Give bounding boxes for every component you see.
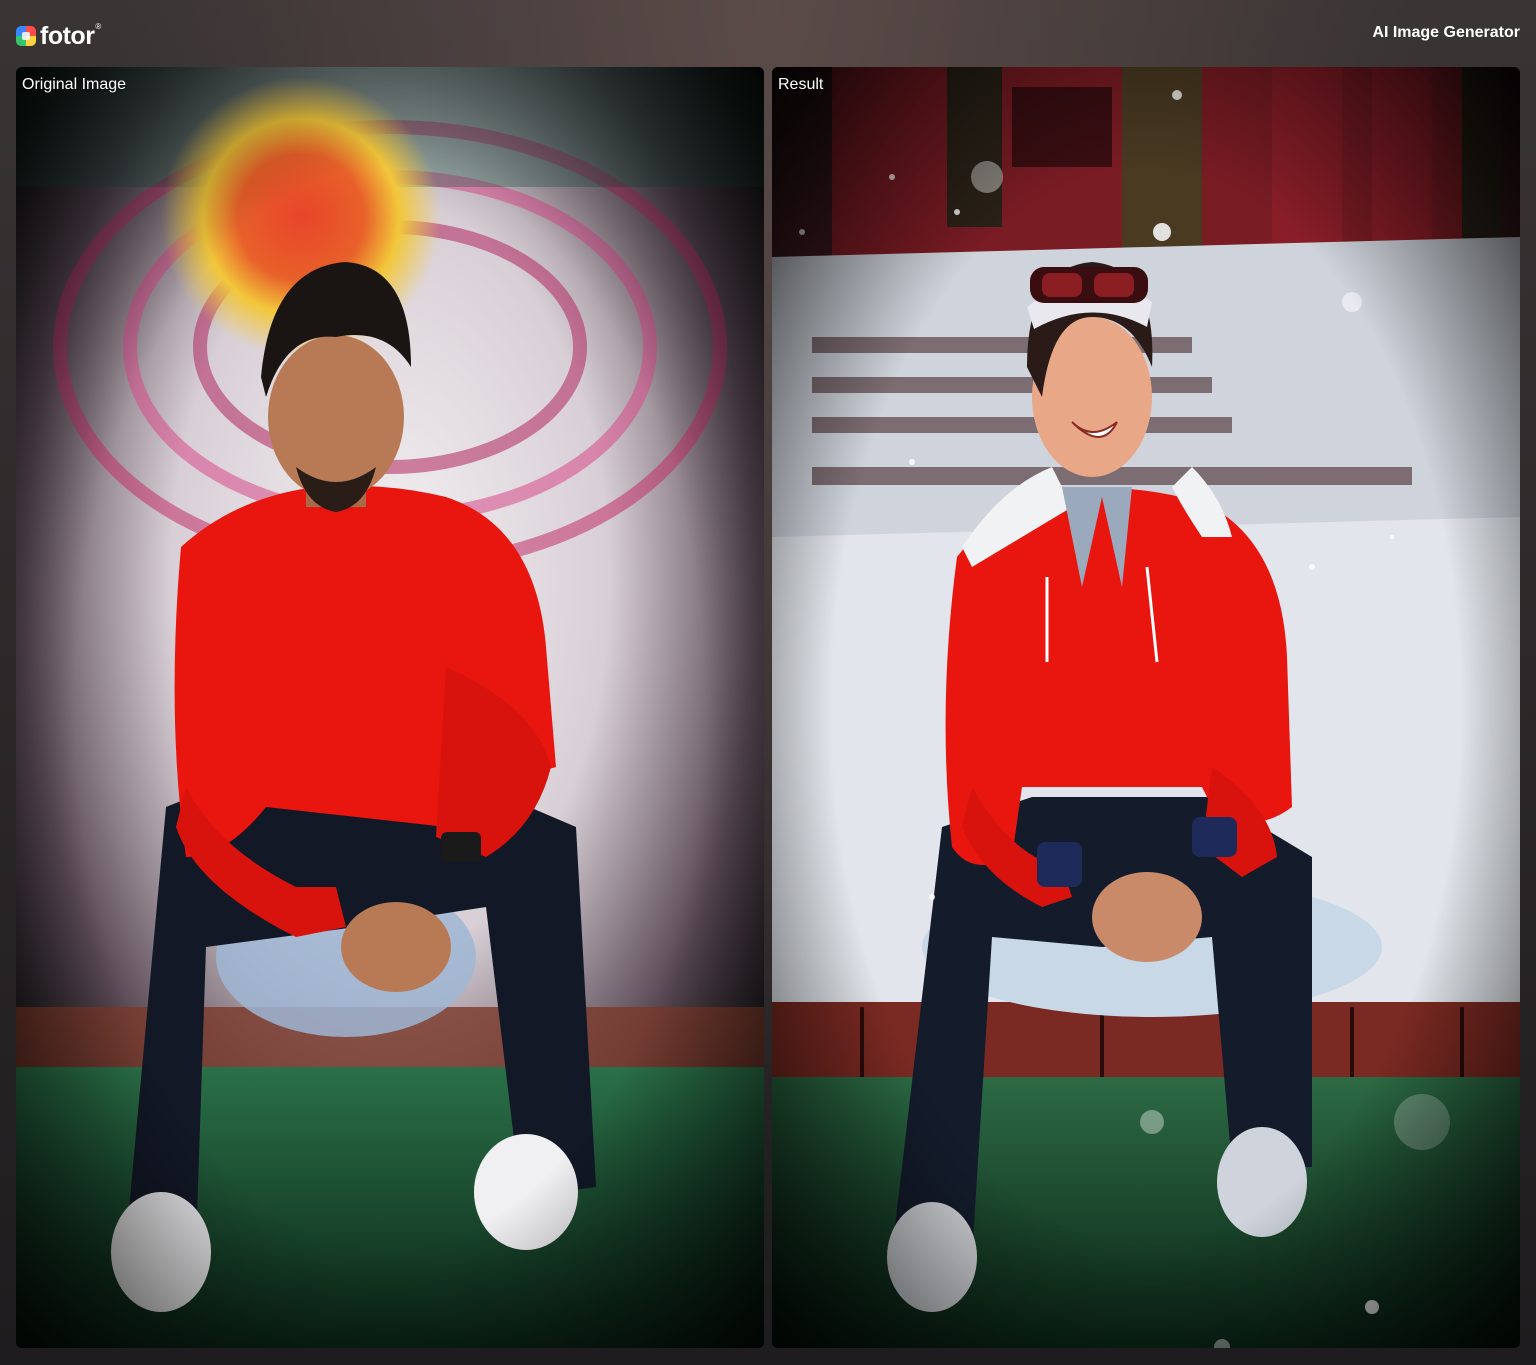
result-label: Result	[778, 76, 824, 93]
page: fotor ® AI Image Generator Original Imag…	[0, 0, 1536, 1365]
original-image-label: Original Image	[22, 76, 127, 93]
original-photo	[16, 67, 764, 1348]
fotor-logo[interactable]: fotor ®	[16, 22, 101, 50]
registered-mark: ®	[95, 22, 102, 31]
fotor-logo-icon	[16, 26, 36, 46]
ai-image-generator-title: AI Image Generator	[1372, 24, 1520, 41]
brand-name: fotor	[40, 22, 95, 50]
result-image-panel: Result	[772, 67, 1520, 1348]
original-image-panel: Original Image	[16, 67, 764, 1348]
result-photo	[772, 67, 1520, 1348]
top-bar: fotor ® AI Image Generator	[0, 0, 1536, 66]
